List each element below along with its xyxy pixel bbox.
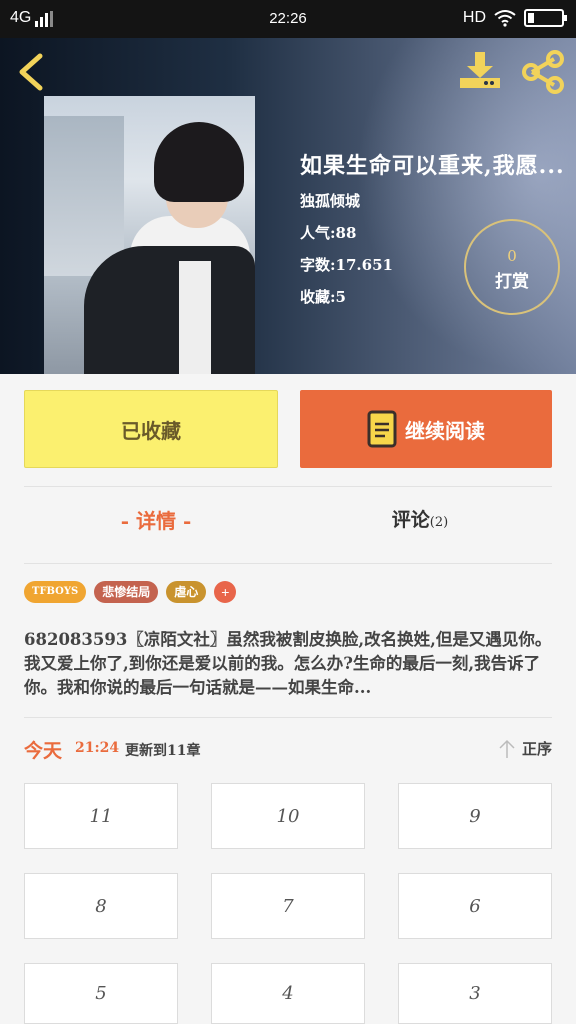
book-author[interactable]: 独孤倾城 bbox=[300, 190, 360, 211]
arrow-up-icon bbox=[499, 739, 515, 758]
tab-comment[interactable]: 评论(2) bbox=[288, 505, 552, 532]
tag-item[interactable]: 悲惨结局 bbox=[94, 581, 159, 603]
wifi-icon bbox=[494, 10, 516, 27]
tag-item[interactable]: TFBOYS bbox=[24, 581, 87, 603]
tag-item[interactable]: 虐心 bbox=[166, 581, 207, 603]
chapter-item[interactable]: 3 bbox=[398, 963, 552, 1024]
tab-detail[interactable]: - 详情 - bbox=[24, 505, 288, 534]
chapter-item[interactable]: 7 bbox=[211, 873, 365, 939]
divider bbox=[24, 563, 552, 564]
battery-icon bbox=[524, 9, 567, 27]
book-title: 如果生命可以重来,我愿... bbox=[300, 153, 565, 179]
continue-reading-label: 继续阅读 bbox=[405, 418, 485, 443]
book-favorites: 收藏:5 bbox=[300, 288, 346, 306]
chapter-item[interactable]: 11 bbox=[24, 783, 178, 849]
sort-label: 正序 bbox=[521, 740, 552, 758]
book-header: 如果生命可以重来,我愿... 独孤倾城 人气:88 字数:17.651 收藏:5… bbox=[0, 38, 576, 374]
hd-label: HD bbox=[462, 9, 486, 26]
divider bbox=[24, 486, 552, 487]
continue-reading-button[interactable]: 继续阅读 bbox=[300, 390, 552, 468]
book-cover[interactable] bbox=[44, 96, 255, 374]
share-icon[interactable] bbox=[520, 50, 566, 94]
chapter-item[interactable]: 8 bbox=[24, 873, 178, 939]
update-text: 更新到11章 bbox=[125, 743, 201, 759]
tag-list: TFBOYS 悲惨结局 虐心 + bbox=[24, 581, 237, 603]
back-icon[interactable] bbox=[14, 52, 48, 92]
download-icon[interactable] bbox=[458, 50, 502, 90]
status-icons: HD bbox=[462, 9, 567, 27]
status-bar: 4G 22:26 HD bbox=[0, 0, 576, 38]
chapter-item[interactable]: 9 bbox=[398, 783, 552, 849]
book-popularity: 人气:88 bbox=[300, 224, 357, 242]
reward-button[interactable]: 0 打赏 bbox=[464, 219, 560, 315]
chapter-item[interactable]: 10 bbox=[211, 783, 365, 849]
update-day: 今天 bbox=[24, 740, 63, 762]
chapter-item[interactable]: 4 bbox=[211, 963, 365, 1024]
divider bbox=[24, 717, 552, 718]
reward-label: 打赏 bbox=[495, 272, 529, 292]
comment-count: (2) bbox=[429, 515, 449, 530]
chapter-item[interactable]: 5 bbox=[24, 963, 178, 1024]
chapter-item[interactable]: 6 bbox=[398, 873, 552, 939]
add-tag-button[interactable]: + bbox=[214, 581, 237, 603]
book-description[interactable]: 682083593〖凉陌文社〗虽然我被割皮换脸,改名换姓,但是又遇见你。我又爱上… bbox=[24, 628, 554, 700]
update-time: 21:24 bbox=[75, 740, 120, 756]
reward-count: 0 bbox=[507, 247, 517, 265]
sort-button[interactable]: 正序 bbox=[498, 738, 552, 759]
collect-button[interactable]: 已收藏 bbox=[24, 390, 278, 468]
collect-label: 已收藏 bbox=[121, 418, 181, 443]
tab-comment-label: 评论 bbox=[391, 509, 430, 531]
book-word-count: 字数:17.651 bbox=[300, 256, 393, 274]
book-icon bbox=[367, 410, 397, 448]
